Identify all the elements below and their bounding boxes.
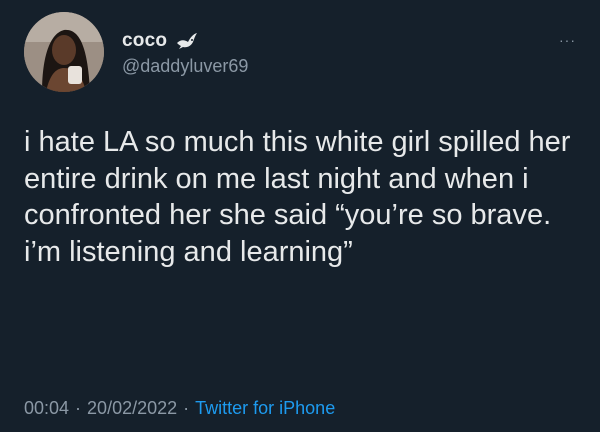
meta-separator: ·	[183, 398, 190, 418]
user-names: coco @daddyluver69	[122, 30, 248, 77]
tweet-time[interactable]: 00:04	[24, 398, 69, 419]
tweet-text: i hate LA so much this white girl spille…	[24, 126, 571, 268]
display-name-row: coco	[122, 30, 248, 52]
tweet-card: coco @daddyluver69 ··· i hate LA so much…	[0, 0, 600, 432]
avatar-image	[24, 12, 104, 92]
meta-separator: ·	[75, 398, 82, 418]
avatar[interactable]	[24, 12, 104, 92]
tweet-source-link[interactable]: Twitter for iPhone	[195, 398, 335, 419]
tweet-date[interactable]: 20/02/2022	[87, 398, 177, 419]
dove-icon	[175, 31, 199, 51]
more-options-icon[interactable]: ···	[559, 32, 576, 48]
tweet-meta: 00:04 · 20/02/2022 · Twitter for iPhone	[24, 398, 335, 419]
display-name[interactable]: coco	[122, 30, 167, 52]
user-handle[interactable]: @daddyluver69	[122, 56, 248, 77]
tweet-header: coco @daddyluver69 ···	[24, 12, 576, 92]
